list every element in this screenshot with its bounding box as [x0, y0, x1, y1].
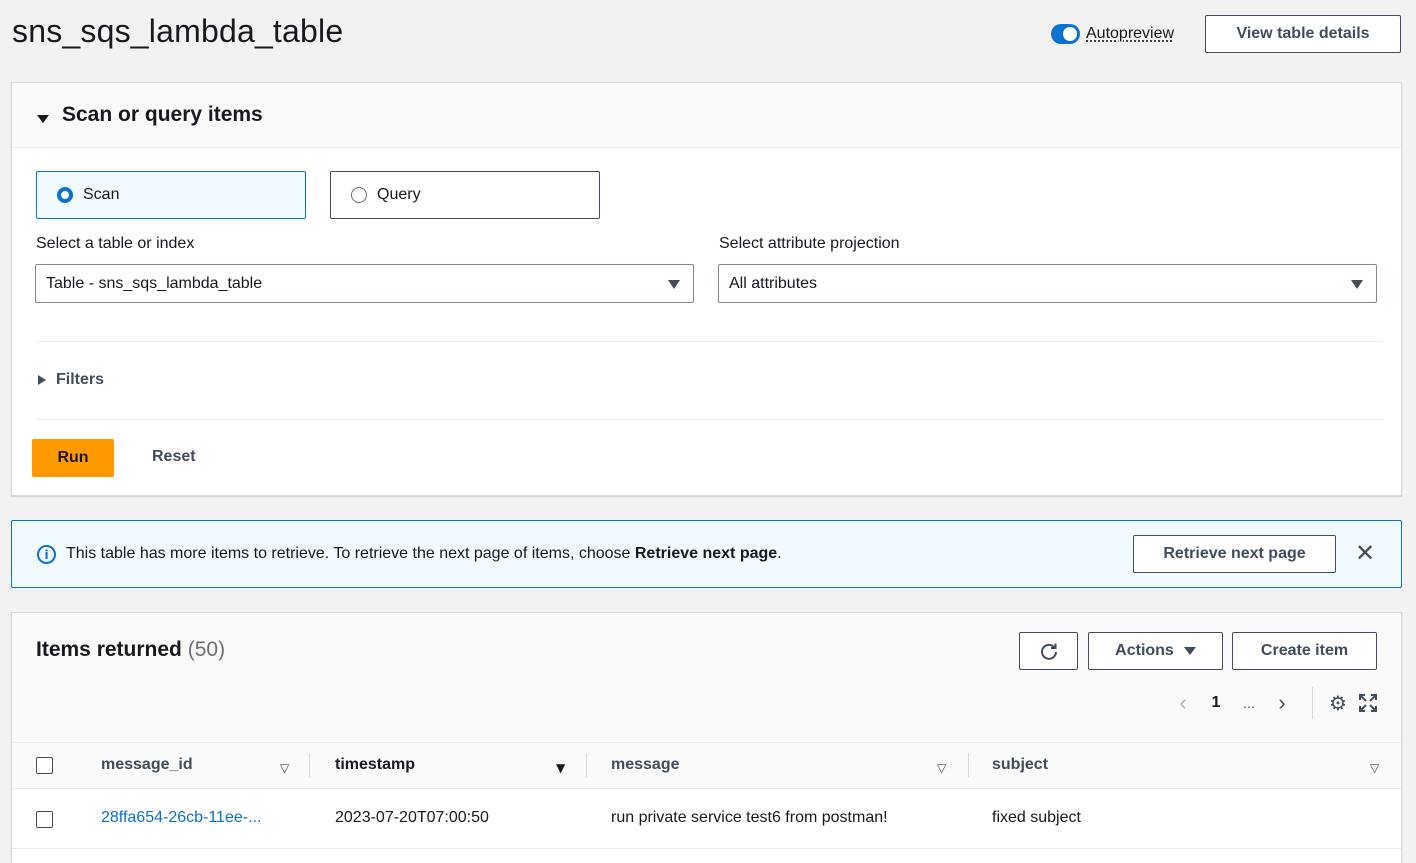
query-option-label: Query	[377, 186, 421, 203]
gear-icon[interactable]: ⚙	[1325, 691, 1351, 716]
table-index-select[interactable]: Table - sns_sqs_lambda_table	[35, 264, 694, 303]
scan-query-panel: Scan or query items Scan Query Select a …	[11, 82, 1402, 496]
autopreview-label[interactable]: Autopreview	[1086, 25, 1174, 43]
scan-query-title[interactable]: Scan or query items	[62, 103, 263, 127]
pagination: ‹ 1 ... › ⚙	[1172, 687, 1385, 719]
chevron-right-icon[interactable]: ›	[1260, 690, 1304, 716]
chevron-left-icon[interactable]: ‹	[1172, 690, 1194, 716]
view-table-details-button[interactable]: View table details	[1205, 15, 1401, 53]
expand-icon	[1359, 694, 1377, 712]
projection-select-value: All attributes	[729, 274, 818, 292]
filters-label: Filters	[56, 371, 105, 388]
subject-cell: fixed subject	[992, 809, 1081, 826]
filters-expander[interactable]: Filters	[38, 371, 104, 389]
autopreview-toggle[interactable]: Autopreview	[1051, 24, 1174, 44]
reset-button[interactable]: Reset	[152, 448, 196, 466]
items-title-text: Items returned	[36, 638, 182, 661]
column-header-subject[interactable]: subject	[992, 756, 1048, 774]
caret-down-icon[interactable]	[37, 115, 49, 123]
scan-option-label: Scan	[83, 186, 120, 203]
page-number[interactable]: 1	[1194, 694, 1238, 712]
column-divider[interactable]	[968, 753, 969, 777]
projection-select-label: Select attribute projection	[719, 235, 900, 252]
column-header-message[interactable]: message	[611, 756, 680, 774]
message-id-link[interactable]: 28ffa654-26cb-11ee-...	[101, 809, 261, 827]
actions-label: Actions	[1115, 642, 1174, 659]
dropdown-arrow-icon	[1351, 280, 1363, 289]
row-checkbox[interactable]	[36, 811, 53, 828]
caret-right-icon	[38, 375, 46, 385]
radio-selected-icon[interactable]	[57, 187, 73, 203]
sort-descending-icon[interactable]: ▼	[556, 761, 565, 775]
query-option[interactable]: Query	[330, 171, 600, 219]
radio-unselected-icon[interactable]	[351, 187, 367, 203]
actions-button[interactable]: Actions	[1088, 632, 1223, 670]
table-row: 28ffa654-26cb-11ee-... 2023-07-20T07:00:…	[12, 789, 1401, 849]
retrieve-next-page-button[interactable]: Retrieve next page	[1133, 535, 1336, 573]
column-divider[interactable]	[586, 753, 587, 777]
table-select-label: Select a table or index	[36, 235, 195, 252]
info-icon: i	[37, 545, 56, 564]
scan-option[interactable]: Scan	[36, 171, 306, 219]
scan-query-header[interactable]: Scan or query items	[12, 83, 1401, 148]
fullscreen-icon[interactable]	[1351, 694, 1385, 712]
items-returned-title: Items returned (50)	[36, 638, 225, 662]
caret-down-icon	[1183, 647, 1196, 655]
column-header-message-id[interactable]: message_id	[101, 756, 193, 774]
sort-icon[interactable]: ▽	[1370, 761, 1379, 775]
run-button[interactable]: Run	[32, 439, 114, 477]
sort-icon[interactable]: ▽	[937, 761, 946, 775]
timestamp-cell: 2023-07-20T07:00:50	[335, 809, 489, 826]
dropdown-arrow-icon	[668, 280, 680, 289]
info-flashbar: i This table has more items to retrieve.…	[11, 520, 1402, 588]
table-select-value: Table - sns_sqs_lambda_table	[46, 274, 263, 292]
refresh-button[interactable]	[1019, 632, 1078, 670]
divider	[1312, 687, 1313, 719]
refresh-icon	[1040, 643, 1057, 660]
close-icon[interactable]: ✕	[1355, 541, 1375, 565]
create-item-button[interactable]: Create item	[1232, 632, 1377, 670]
column-divider[interactable]	[309, 753, 310, 777]
pagination-ellipsis: ...	[1243, 695, 1255, 711]
divider	[36, 341, 1383, 342]
message-cell: run private service test6 from postman!	[611, 809, 888, 826]
info-message: This table has more items to retrieve. T…	[66, 545, 782, 563]
sort-icon[interactable]: ▽	[280, 761, 289, 775]
items-header: Items returned (50) Actions Create item …	[12, 613, 1401, 743]
divider	[36, 419, 1383, 420]
items-count: (50)	[187, 638, 226, 661]
attribute-projection-select[interactable]: All attributes	[718, 264, 1377, 303]
info-message-suffix: .	[777, 545, 782, 562]
info-message-emphasis: Retrieve next page	[634, 545, 778, 562]
toggle-switch-icon[interactable]	[1051, 24, 1080, 44]
table-header-row: message_id ▽ timestamp ▼ message ▽ subje…	[12, 743, 1401, 789]
items-returned-panel: Items returned (50) Actions Create item …	[11, 612, 1402, 863]
select-all-checkbox[interactable]	[36, 757, 53, 774]
page-title: sns_sqs_lambda_table	[12, 13, 344, 49]
info-message-text: This table has more items to retrieve. T…	[66, 545, 635, 562]
column-header-timestamp[interactable]: timestamp	[335, 756, 415, 774]
